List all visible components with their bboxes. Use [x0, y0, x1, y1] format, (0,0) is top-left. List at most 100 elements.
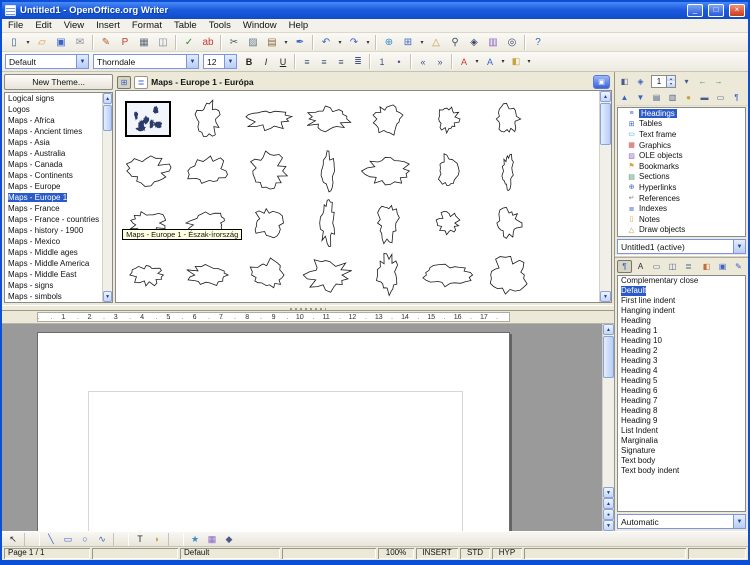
- font-color-button[interactable]: A: [456, 54, 472, 70]
- footer-button[interactable]: ▭: [713, 91, 728, 104]
- underline-button[interactable]: U: [275, 54, 291, 70]
- background-color-button[interactable]: ◧: [508, 54, 524, 70]
- font-name-combo[interactable]: Thorndale ▼: [93, 54, 199, 69]
- gallery-item[interactable]: [178, 197, 238, 249]
- navigator-item-draw-objects[interactable]: △ Draw objects: [618, 225, 745, 236]
- navigator-item-sections[interactable]: ▤ Sections: [618, 172, 745, 183]
- scroll-track[interactable]: [103, 132, 112, 291]
- align-center-button[interactable]: ≡: [316, 54, 332, 70]
- gallery-item[interactable]: [358, 249, 418, 301]
- detach-gallery-button[interactable]: ▣: [593, 75, 610, 89]
- background-dropdown[interactable]: ▾: [525, 54, 533, 70]
- gallery-item[interactable]: [418, 145, 478, 197]
- paragraph-styles-button[interactable]: ¶: [617, 260, 632, 273]
- style-list-item[interactable]: Marginalia: [618, 436, 745, 446]
- navigator-item-hyperlinks[interactable]: ⊕ Hyperlinks: [618, 182, 745, 193]
- detailed-view-button[interactable]: ≣: [134, 75, 149, 89]
- theme-list-item[interactable]: Maps - Africa: [5, 115, 102, 126]
- scroll-track[interactable]: [600, 146, 611, 291]
- gallery-item[interactable]: [358, 197, 418, 249]
- cut-button[interactable]: ✂: [225, 34, 243, 50]
- style-list-item[interactable]: List Indent: [618, 426, 745, 436]
- format-paintbrush-button[interactable]: ✒: [291, 34, 309, 50]
- menu-item[interactable]: Insert: [90, 19, 126, 32]
- align-right-button[interactable]: ≡: [333, 54, 349, 70]
- style-list-item[interactable]: First line indent: [618, 296, 745, 306]
- style-list-item[interactable]: Text body indent: [618, 466, 745, 476]
- highlighting-button[interactable]: A: [482, 54, 498, 70]
- theme-list-item[interactable]: Maps - Middle America: [5, 258, 102, 269]
- sepf2[interactable]: [369, 54, 371, 69]
- next-page-icon[interactable]: ▼: [603, 520, 614, 531]
- gallery-item-selected[interactable]: [118, 93, 178, 145]
- navigator-item-references[interactable]: ↵ References: [618, 193, 745, 204]
- table-dropdown[interactable]: ▾: [418, 34, 426, 50]
- status-insert-mode[interactable]: INSERT: [416, 548, 458, 559]
- theme-list-item[interactable]: Maps - Mexico: [5, 236, 102, 247]
- theme-list-item[interactable]: Maps - Ancient times: [5, 126, 102, 137]
- new-style-button[interactable]: ▣: [715, 260, 730, 273]
- document-page[interactable]: [37, 332, 510, 531]
- style-list-item[interactable]: Heading 5: [618, 376, 745, 386]
- sepf3[interactable]: [410, 54, 412, 69]
- gallery-item[interactable]: [478, 249, 538, 301]
- theme-list-item[interactable]: Maps - Europe 1: [5, 192, 102, 203]
- edit-file-button[interactable]: ✎: [97, 34, 115, 50]
- theme-list-item[interactable]: Maps - Asia: [5, 137, 102, 148]
- callouts-button[interactable]: ◗: [149, 533, 165, 546]
- font-size-combo[interactable]: 12 ▼: [203, 54, 237, 69]
- print-button[interactable]: ▦: [135, 34, 153, 50]
- menu-item[interactable]: File: [2, 19, 29, 32]
- gallery-item[interactable]: [478, 197, 538, 249]
- italic-button[interactable]: I: [258, 54, 274, 70]
- scroll-up-icon[interactable]: ▲: [600, 91, 611, 102]
- gallery-item[interactable]: [298, 249, 358, 301]
- draw-functions-button[interactable]: △: [427, 34, 445, 50]
- navigation-button[interactable]: ◈: [633, 75, 648, 88]
- style-list-item[interactable]: Hanging indent: [618, 306, 745, 316]
- style-list-item[interactable]: Heading 1: [618, 326, 745, 336]
- help-button[interactable]: ?: [529, 34, 547, 50]
- fontwork-button[interactable]: ★: [187, 533, 203, 546]
- menu-item[interactable]: Help: [283, 19, 315, 32]
- icon-view-button[interactable]: ⊞: [117, 75, 132, 89]
- scroll-track[interactable]: [603, 379, 614, 487]
- decrease-indent-button[interactable]: «: [415, 54, 431, 70]
- select-button[interactable]: ↖: [5, 533, 21, 546]
- page-preview-button[interactable]: ◫: [154, 34, 172, 50]
- page-number-spinner[interactable]: 1 ▴ ▾: [651, 74, 676, 88]
- email-button[interactable]: ✉: [71, 34, 89, 50]
- style-list-item[interactable]: Heading 9: [618, 416, 745, 426]
- gallery-item[interactable]: [178, 249, 238, 301]
- sepd3[interactable]: [168, 532, 184, 546]
- spinner-arrows[interactable]: ▴ ▾: [666, 75, 675, 87]
- gallery-item[interactable]: [118, 197, 178, 249]
- theme-list-item[interactable]: Maps - signs: [5, 280, 102, 291]
- scroll-down-icon[interactable]: ▼: [103, 291, 113, 302]
- gallery-item[interactable]: [238, 249, 298, 301]
- gallery-item[interactable]: [358, 93, 418, 145]
- scroll-thumb[interactable]: [603, 336, 614, 378]
- paste-button[interactable]: ▤: [263, 34, 281, 50]
- paragraph-style-combo[interactable]: Default ▼: [5, 54, 89, 69]
- new-document-button[interactable]: ▯: [5, 34, 23, 50]
- sep6[interactable]: [524, 34, 526, 50]
- scroll-thumb[interactable]: [103, 105, 113, 131]
- theme-list-item[interactable]: Logical signs: [5, 93, 102, 104]
- sep2[interactable]: [175, 34, 177, 50]
- combo-arrow-icon[interactable]: ▼: [733, 515, 745, 528]
- gallery-item[interactable]: [418, 249, 478, 301]
- find-replace-button[interactable]: ⚲: [446, 34, 464, 50]
- promote-level-button[interactable]: ←: [695, 75, 710, 88]
- scroll-up-icon[interactable]: ▲: [103, 93, 113, 104]
- frame-styles-button[interactable]: ▭: [649, 260, 664, 273]
- theme-list-item[interactable]: Maps - Continents: [5, 170, 102, 181]
- justify-button[interactable]: ≣: [350, 54, 366, 70]
- copy-button[interactable]: ▨: [244, 34, 262, 50]
- theme-list-item[interactable]: Logos: [5, 104, 102, 115]
- new-theme-button[interactable]: New Theme...: [4, 74, 114, 90]
- redo-button[interactable]: ↷: [345, 34, 363, 50]
- previous-object-button[interactable]: ▲: [617, 91, 632, 104]
- new-dropdown[interactable]: ▾: [24, 34, 32, 50]
- scroll-up-icon[interactable]: ▲: [603, 324, 614, 335]
